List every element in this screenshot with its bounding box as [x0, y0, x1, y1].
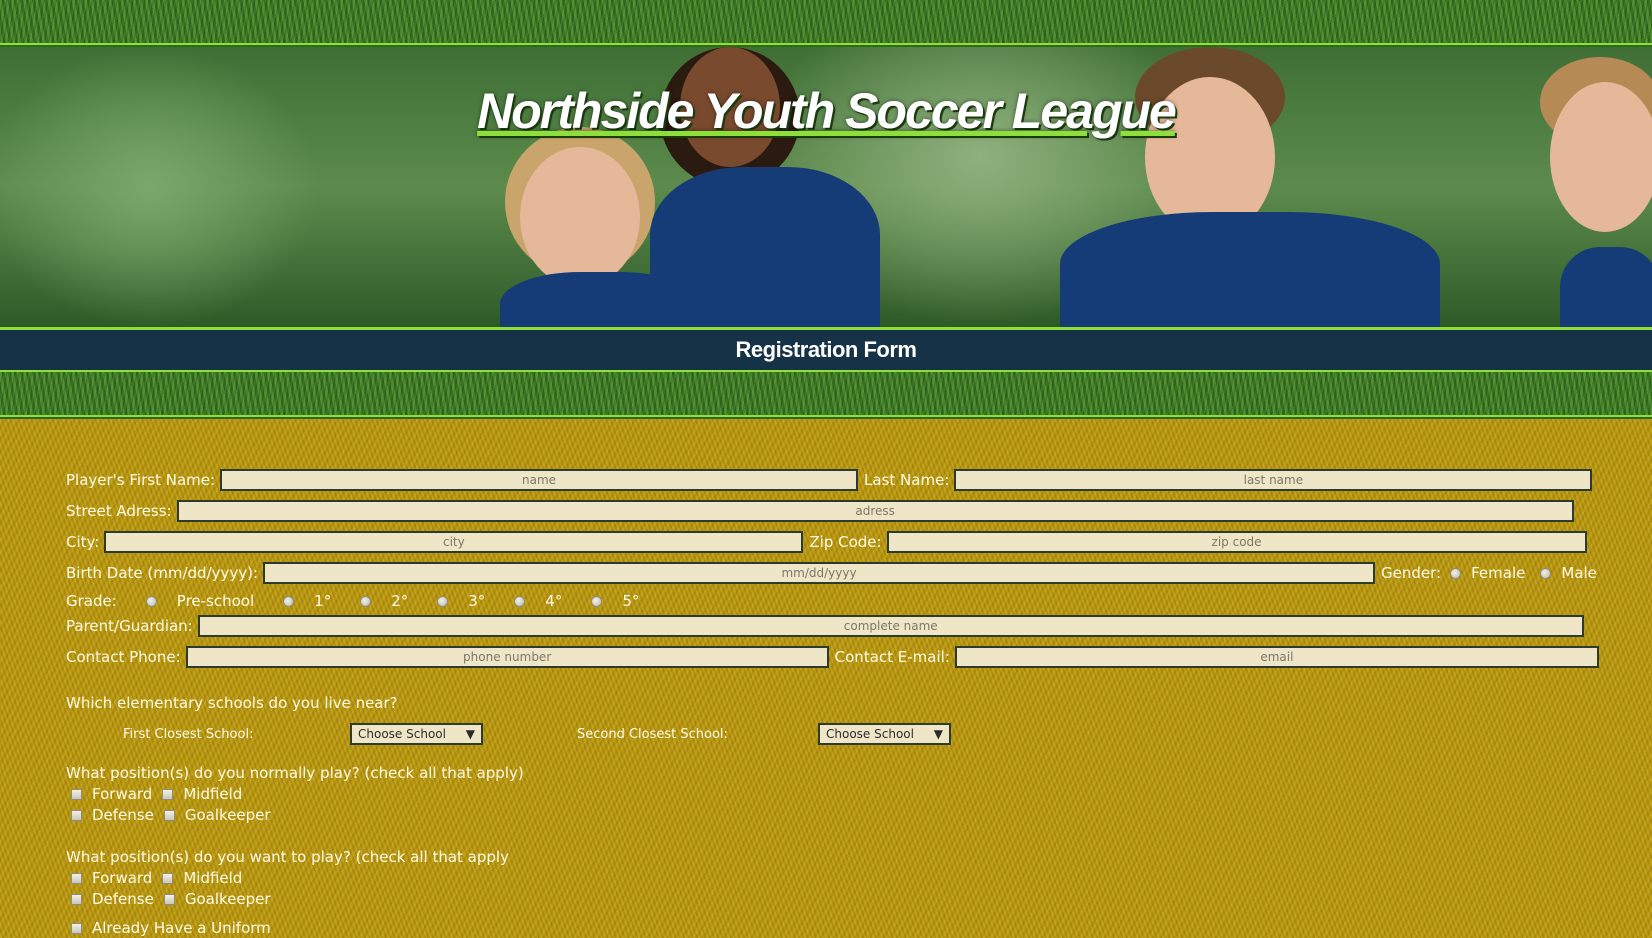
- street-input[interactable]: adress: [176, 500, 1574, 522]
- second-school-value: Choose School: [826, 727, 914, 741]
- first-name-label: Player's First Name:: [66, 471, 216, 489]
- second-school-select[interactable]: Choose School ▼: [818, 723, 951, 745]
- want-defense-label: Defense: [92, 890, 154, 908]
- phone-label: Contact Phone:: [66, 648, 181, 666]
- grade-5-label: 5°: [622, 592, 640, 610]
- normal-defense-checkbox[interactable]: [71, 809, 82, 821]
- boy2-shirt: [1560, 247, 1652, 327]
- boy-shirt: [1060, 212, 1440, 327]
- guardian-input[interactable]: complete name: [197, 615, 1584, 637]
- birth-input[interactable]: mm/dd/yyyy: [263, 562, 1376, 584]
- normal-goalkeeper-checkbox[interactable]: [163, 809, 175, 821]
- grade-row: Grade: Pre-school 1° 2° 3° 4° 5°: [66, 592, 644, 610]
- positions-normal-question-row: What position(s) do you normally play? (…: [66, 764, 529, 782]
- guardian-label: Parent/Guardian:: [66, 617, 193, 635]
- normal-forward-checkbox[interactable]: [71, 788, 82, 800]
- want-defense-checkbox[interactable]: [71, 893, 82, 905]
- guardian-row: Parent/Guardian: complete name: [66, 615, 1590, 637]
- girl-face: [520, 147, 640, 287]
- grade-1-label: 1°: [314, 592, 332, 610]
- positions-want-question-row: What position(s) do you want to play? (c…: [66, 848, 514, 866]
- positions-normal-question: What position(s) do you normally play? (…: [66, 764, 524, 782]
- site-title: Northside Youth Soccer League: [477, 83, 1177, 139]
- grade-4-label: 4°: [545, 592, 563, 610]
- first-school-select[interactable]: Choose School ▼: [350, 723, 483, 745]
- grade-5-radio[interactable]: [591, 595, 603, 607]
- want-midfield-label: Midfield: [183, 869, 243, 887]
- registration-form: Player's First Name: name Last Name: las…: [0, 419, 1652, 938]
- city-label: City:: [66, 533, 100, 551]
- grade-3-label: 3°: [468, 592, 486, 610]
- form-heading: Registration Form: [735, 337, 917, 362]
- schools-question: Which elementary schools do you live nea…: [66, 694, 398, 712]
- gender-female-label: Female: [1471, 564, 1526, 582]
- grass-banner-mid: [0, 370, 1652, 417]
- grade-3-radio[interactable]: [437, 595, 449, 607]
- first-name-input[interactable]: name: [220, 469, 859, 491]
- gender-label: Gender:: [1381, 564, 1442, 582]
- positions-want-row-2: Defense Goalkeeper: [66, 890, 276, 908]
- normal-defense-label: Defense: [92, 806, 154, 824]
- street-label: Street Adress:: [66, 502, 172, 520]
- birth-row: Birth Date (mm/dd/yyyy): mm/dd/yyyy Gend…: [66, 562, 1602, 584]
- city-row: City: city Zip Code: zip code: [66, 531, 1593, 553]
- schools-select-row: First Closest School: Choose School ▼ Se…: [123, 723, 951, 745]
- gender-female-radio[interactable]: [1450, 567, 1462, 579]
- grass-banner-top: [0, 0, 1652, 45]
- first-school-value: Choose School: [358, 727, 446, 741]
- want-forward-label: Forward: [92, 869, 153, 887]
- positions-want-row-1: Forward Midfield: [66, 869, 247, 887]
- normal-midfield-label: Midfield: [183, 785, 243, 803]
- second-school-label: Second Closest School:: [577, 726, 728, 742]
- city-input[interactable]: city: [104, 531, 804, 553]
- last-name-input[interactable]: last name: [954, 469, 1593, 491]
- uniform-checkbox[interactable]: [71, 922, 82, 934]
- grade-4-radio[interactable]: [514, 595, 526, 607]
- chevron-down-icon: ▼: [933, 727, 943, 741]
- grade-1-radio[interactable]: [283, 595, 295, 607]
- teen-shirt: [650, 167, 880, 327]
- last-name-label: Last Name:: [864, 471, 950, 489]
- uniform-row: Already Have a Uniform: [66, 919, 276, 937]
- street-row: Street Adress: adress: [66, 500, 1580, 522]
- chevron-down-icon: ▼: [465, 727, 475, 741]
- grade-2-label: 2°: [391, 592, 409, 610]
- positions-normal-row-2: Defense Goalkeeper: [66, 806, 276, 824]
- normal-forward-label: Forward: [92, 785, 153, 803]
- form-heading-bar: Registration Form: [0, 327, 1652, 370]
- email-input[interactable]: email: [954, 646, 1599, 668]
- grade-preschool-label: Pre-school: [176, 592, 255, 610]
- first-school-label: First Closest School:: [123, 726, 254, 742]
- zip-input[interactable]: zip code: [886, 531, 1587, 553]
- zip-label: Zip Code:: [809, 533, 882, 551]
- email-label: Contact E-mail:: [834, 648, 950, 666]
- want-goalkeeper-label: Goalkeeper: [184, 890, 271, 908]
- schools-question-row: Which elementary schools do you live nea…: [66, 694, 403, 712]
- gender-male-label: Male: [1561, 564, 1597, 582]
- normal-goalkeeper-label: Goalkeeper: [184, 806, 271, 824]
- grade-label: Grade:: [66, 592, 117, 610]
- grade-2-radio[interactable]: [360, 595, 372, 607]
- uniform-label: Already Have a Uniform: [92, 919, 271, 937]
- phone-input[interactable]: phone number: [185, 646, 829, 668]
- normal-midfield-checkbox[interactable]: [162, 788, 174, 800]
- positions-want-question: What position(s) do you want to play? (c…: [66, 848, 509, 866]
- contact-row: Contact Phone: phone number Contact E-ma…: [66, 646, 1605, 668]
- birth-label: Birth Date (mm/dd/yyyy):: [66, 564, 259, 582]
- grade-preschool-radio[interactable]: [145, 595, 157, 607]
- positions-normal-row-1: Forward Midfield: [66, 785, 247, 803]
- name-row: Player's First Name: name Last Name: las…: [66, 469, 1598, 491]
- want-midfield-checkbox[interactable]: [162, 872, 174, 884]
- want-forward-checkbox[interactable]: [71, 872, 82, 884]
- want-goalkeeper-checkbox[interactable]: [163, 893, 175, 905]
- gender-male-radio[interactable]: [1540, 567, 1552, 579]
